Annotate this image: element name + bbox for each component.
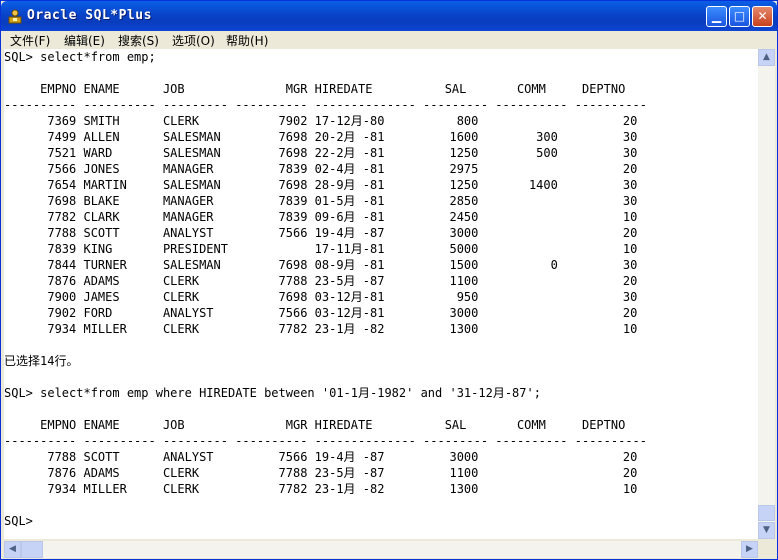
chevron-down-icon: ▼ xyxy=(763,525,770,535)
console-line: 7566 JONES MANAGER 7839 02-4月 -81 2975 2… xyxy=(4,162,638,176)
console-line: EMPNO ENAME JOB MGR HIREDATE SAL COMM DE… xyxy=(4,418,626,432)
maximize-icon: □ xyxy=(733,9,746,23)
menu-edit[interactable]: 编辑(E) xyxy=(64,32,105,49)
console-line: 7876 ADAMS CLERK 7788 23-5月 -87 1100 20 xyxy=(4,466,638,480)
console-line: SQL> select*from emp; xyxy=(4,50,156,64)
console-line: SQL> xyxy=(4,514,33,528)
menu-bar: 文件(F) 编辑(E) 搜索(S) 选项(O) 帮助(H) xyxy=(1,31,777,49)
menu-options[interactable]: 选项(O) xyxy=(172,32,215,49)
chevron-up-icon: ▲ xyxy=(763,52,770,62)
title-bar[interactable]: Oracle SQL*Plus ▁ □ ✕ xyxy=(1,1,777,31)
close-icon: ✕ xyxy=(757,9,768,23)
console-line: 7788 SCOTT ANALYST 7566 19-4月 -87 3000 2… xyxy=(4,226,638,240)
horizontal-scroll-thumb[interactable] xyxy=(21,541,43,558)
console-line: 7369 SMITH CLERK 7902 17-12月-80 800 20 xyxy=(4,114,638,128)
vertical-scroll-thumb[interactable] xyxy=(758,505,775,521)
console-line: SQL> select*from emp where HIREDATE betw… xyxy=(4,386,541,400)
console-line: 7876 ADAMS CLERK 7788 23-5月 -87 1100 20 xyxy=(4,274,638,288)
console-line: 7698 BLAKE MANAGER 7839 01-5月 -81 2850 3… xyxy=(4,194,638,208)
console-line: 7654 MARTIN SALESMAN 7698 28-9月 -81 1250… xyxy=(4,178,638,192)
scroll-right-button[interactable]: ▶ xyxy=(741,541,758,558)
menu-help[interactable]: 帮助(H) xyxy=(226,32,268,49)
minimize-icon: ▁ xyxy=(711,9,722,23)
sqlplus-app-icon[interactable] xyxy=(7,8,23,24)
scroll-left-button[interactable]: ◀ xyxy=(4,541,21,558)
chevron-left-icon: ◀ xyxy=(9,544,16,554)
console-line: 7934 MILLER CLERK 7782 23-1月 -82 1300 10 xyxy=(4,322,638,336)
console-line: ---------- ---------- --------- --------… xyxy=(4,98,647,112)
console-line: 7499 ALLEN SALESMAN 7698 20-2月 -81 1600 … xyxy=(4,130,638,144)
console-line: 7788 SCOTT ANALYST 7566 19-4月 -87 3000 2… xyxy=(4,450,638,464)
console-line: EMPNO ENAME JOB MGR HIREDATE SAL COMM DE… xyxy=(4,82,626,96)
vertical-scrollbar[interactable]: ▲ ▼ xyxy=(758,49,775,539)
chevron-right-icon: ▶ xyxy=(746,544,753,554)
sql-console-output[interactable]: SQL> select*from emp; EMPNO ENAME JOB MG… xyxy=(4,49,758,539)
menu-file[interactable]: 文件(F) xyxy=(10,32,50,49)
maximize-button[interactable]: □ xyxy=(729,6,750,27)
close-button[interactable]: ✕ xyxy=(752,6,773,27)
menu-search[interactable]: 搜索(S) xyxy=(118,32,159,49)
console-line: 已选择14行。 xyxy=(4,354,79,368)
console-line: 7934 MILLER CLERK 7782 23-1月 -82 1300 10 xyxy=(4,482,638,496)
window-title: Oracle SQL*Plus xyxy=(27,8,152,23)
sqlplus-window: Oracle SQL*Plus ▁ □ ✕ 文件(F) 编辑(E) 搜索(S) … xyxy=(0,0,778,560)
console-line: 7844 TURNER SALESMAN 7698 08-9月 -81 1500… xyxy=(4,258,638,272)
console-line: 7521 WARD SALESMAN 7698 22-2月 -81 1250 5… xyxy=(4,146,638,160)
console-text: SQL> select*from emp; EMPNO ENAME JOB MG… xyxy=(4,49,758,529)
scroll-down-button[interactable]: ▼ xyxy=(758,522,775,539)
horizontal-scrollbar[interactable]: ◀ ▶ xyxy=(4,541,758,558)
scroll-up-button[interactable]: ▲ xyxy=(758,49,775,66)
console-line: 7839 KING PRESIDENT 17-11月-81 5000 10 xyxy=(4,242,638,256)
console-line: ---------- ---------- --------- --------… xyxy=(4,434,647,448)
console-line: 7902 FORD ANALYST 7566 03-12月-81 3000 20 xyxy=(4,306,638,320)
console-line: 7900 JAMES CLERK 7698 03-12月-81 950 30 xyxy=(4,290,638,304)
minimize-button[interactable]: ▁ xyxy=(706,6,727,27)
console-line: 7782 CLARK MANAGER 7839 09-6月 -81 2450 1… xyxy=(4,210,638,224)
resize-grip[interactable] xyxy=(758,541,775,558)
